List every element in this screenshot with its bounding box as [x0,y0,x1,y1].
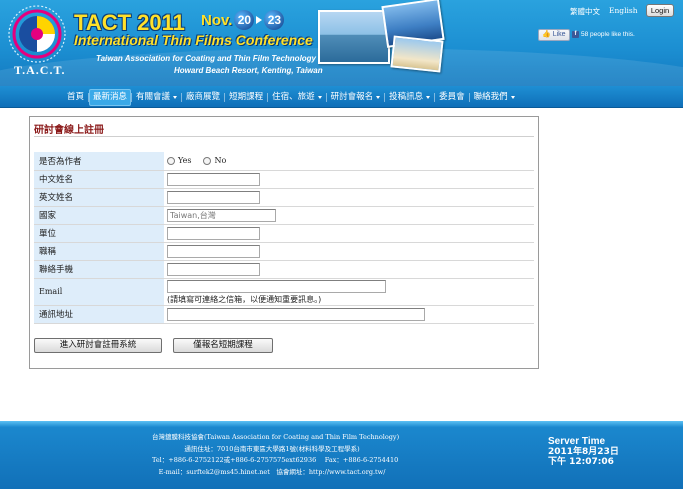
footer-org: 台灣鍍膜科技協會(Taiwan Association for Coating … [152,433,400,441]
title-divider [34,136,534,137]
enter-registration-button[interactable]: 進入研討會註冊系統 [34,338,162,353]
thumbs-up-icon: 👍 [542,31,551,38]
email-label: Email [34,278,164,306]
chevron-down-icon [426,95,431,99]
nav-item-0[interactable]: 首頁 [63,89,88,106]
name-zh-input[interactable] [167,172,260,186]
form-row-position: 職稱 [34,242,534,261]
server-date: 2011年8月23日 [548,447,619,457]
main-nav: 首頁 最新消息 有關會議 廠商展覽 短期課程 住宿、旅遊 研討會報名 投稿訊息 委員會 聯絡我們 [0,86,683,108]
address-label: 通訊地址 [34,305,164,324]
nav-item-label: 有關會議 [136,91,171,102]
author-yes-radio[interactable]: Yes [167,156,191,165]
facebook-count-text: 58 people like this. [581,31,635,38]
lighthouse-photo [318,10,390,64]
nav-items: 首頁 最新消息 有關會議 廠商展覽 短期課程 住宿、旅遊 研討會報名 投稿訊息 委員會 聯絡我們 [63,86,519,108]
site-header: T.A.C.T. TACT 2011 Nov. 20 23 Internatio… [0,0,683,88]
lang-zh-link[interactable]: 繁體中文 [570,6,600,17]
footer-address: 通訊住址：7010台南市東區大學路1號(材料科學及工程學系) [184,444,360,453]
radio-circle-icon[interactable] [167,156,175,165]
server-time-label: Server Time [548,436,606,447]
facebook-like-count: f 58 people like this. [572,31,635,38]
chevron-down-icon [510,95,515,99]
nav-item-label: 委員會 [439,91,465,102]
footer-email-web[interactable]: E-mail：surftek2@ms45.hinet.net 協會網址：http… [152,467,392,479]
chevron-down-icon [376,95,381,99]
short-course-only-button[interactable]: 僅報名短期課程 [173,338,273,353]
nav-item-5[interactable]: 住宿、旅遊 [268,89,326,106]
date-prefix: Nov. [201,11,233,29]
author-radio-group: Yes No [167,156,534,165]
form-row-email: Email (請填寫可連絡之信箱，以便通知重要訊息。) [34,278,534,306]
date-start-badge: 20 [234,10,255,30]
nav-item-label: 首頁 [67,91,85,102]
org-label: 單位 [34,224,164,243]
nav-item-3[interactable]: 廠商展覽 [182,89,224,106]
nav-item-9[interactable]: 聯絡我們 [470,89,519,106]
author-label: 是否為作者 [34,152,164,171]
nav-item-label: 研討會報名 [330,91,374,102]
form-row-name-zh: 中文姓名 [34,170,534,189]
nav-item-label: 廠商展覽 [186,91,221,102]
email-note: (請填寫可連絡之信箱，以便通知重要訊息。) [167,294,322,304]
login-button[interactable]: Login [646,4,674,17]
beach-photo [390,35,444,73]
nav-item-7[interactable]: 投稿訊息 [385,89,434,106]
nav-item-label: 住宿、旅遊 [272,91,315,102]
server-time: Server Time 2011年8月23日 下午 12:07:06 [548,436,619,468]
form-row-mobile: 聯絡手機 [34,260,534,279]
author-no-radio[interactable]: No [203,156,226,165]
association-name: Taiwan Association for Coating and Thin … [96,54,317,63]
date-end-badge: 23 [264,10,285,30]
facebook-icon: f [572,31,579,38]
nav-item-2[interactable]: 有關會議 [132,89,181,106]
form-row-org: 單位 [34,224,534,243]
nav-item-1[interactable]: 最新消息 [89,88,132,106]
server-clock: 下午 12:07:06 [548,457,614,467]
radio-circle-icon[interactable] [203,156,212,165]
address-input[interactable] [167,307,425,321]
name-en-label: 英文姓名 [34,188,164,207]
name-en-input[interactable] [167,190,260,204]
chevron-down-icon [173,95,178,99]
venue-text: Howard Beach Resort, Kenting, Taiwan [174,66,323,75]
registration-panel: 研討會線上註冊 是否為作者 Yes No 中文姓名 英文姓名 國家 Taiwan… [29,116,539,369]
footer-highlight [0,421,683,427]
form-row-country: 國家 Taiwan,台灣 [34,206,534,225]
facebook-like-button[interactable]: 👍 Like [538,29,570,41]
logo-text: T.A.C.T. [14,63,66,77]
tact-logo-icon[interactable] [6,4,68,66]
nav-item-label: 短期課程 [229,91,264,102]
form-row-name-en: 英文姓名 [34,188,534,207]
country-input[interactable]: Taiwan,台灣 [167,208,276,222]
nav-item-label: 聯絡我們 [473,91,508,102]
form-row-author: 是否為作者 Yes No [34,152,534,171]
name-zh-label: 中文姓名 [34,170,164,189]
position-input[interactable] [167,244,260,258]
footer-contact: 台灣鍍膜科技協會(Taiwan Association for Coating … [152,432,400,479]
nav-item-label: 最新消息 [93,91,128,102]
lang-en-link[interactable]: English [609,6,638,15]
date-arrow-icon [256,16,263,24]
position-label: 職稱 [34,242,164,261]
email-input[interactable] [167,279,386,293]
form-row-address: 通訊地址 [34,305,534,324]
page-title: 研討會線上註冊 [34,125,104,136]
nav-item-6[interactable]: 研討會報名 [327,89,385,106]
org-input[interactable] [167,226,260,240]
nav-item-8[interactable]: 委員會 [435,89,469,106]
registration-form: 是否為作者 Yes No 中文姓名 英文姓名 國家 Taiwan,台灣 單位 職… [34,152,534,324]
mobile-label: 聯絡手機 [34,260,164,279]
facebook-like-label: Like [552,31,566,38]
nav-item-label: 投稿訊息 [389,91,424,102]
country-label: 國家 [34,206,164,225]
conference-dates: Nov. 20 23 [201,10,285,30]
footer-tel-fax: Tel：+886-6-2752122或+886-6-2757575ext6293… [152,456,399,464]
nav-item-4[interactable]: 短期課程 [225,89,267,106]
chevron-down-icon [317,95,322,99]
conference-subtitle: International Thin Films Conference [74,32,313,48]
mobile-input[interactable] [167,262,260,276]
